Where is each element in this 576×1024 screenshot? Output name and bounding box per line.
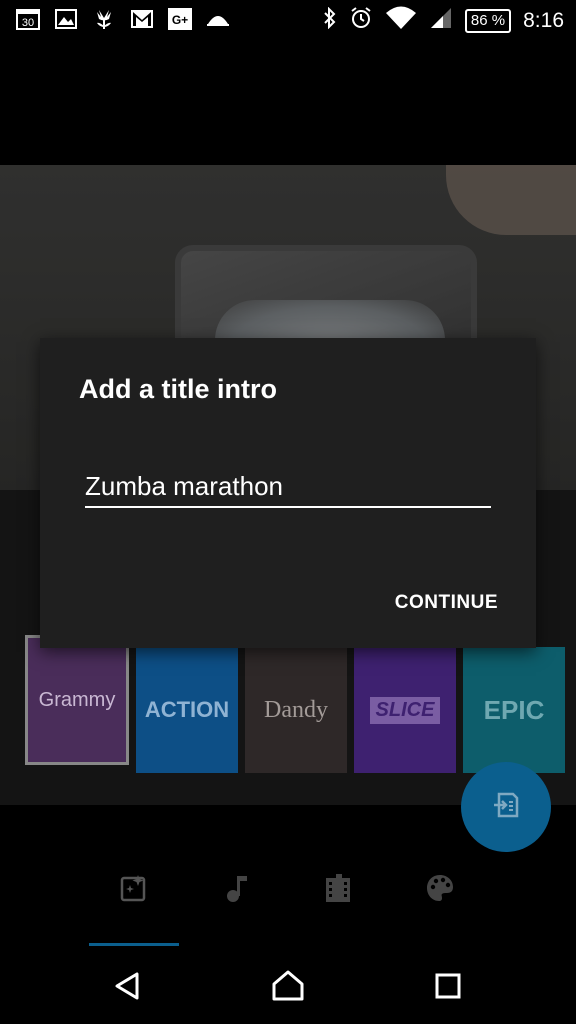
home-button[interactable]: [266, 968, 310, 1008]
back-button[interactable]: [106, 968, 150, 1008]
tulip-icon: [92, 8, 116, 30]
active-tab-indicator: [89, 943, 179, 946]
wifi-icon: [385, 6, 417, 35]
system-nav-bar: [0, 950, 576, 1024]
status-bar: 30 G+ 86 % 8:16: [0, 0, 576, 40]
alarm-icon: [349, 6, 373, 35]
signal-icon: [429, 6, 453, 35]
theme-label: ACTION: [144, 697, 230, 722]
theme-dandy[interactable]: Dandy: [245, 647, 347, 773]
tab-music[interactable]: [206, 860, 266, 920]
export-button[interactable]: [461, 762, 551, 852]
google-plus-label: G+: [172, 13, 188, 27]
dome-icon: [206, 8, 230, 30]
title-input[interactable]: [85, 466, 491, 508]
theme-epic[interactable]: EPIC: [463, 647, 565, 773]
dialog-title: Add a title intro: [79, 374, 277, 404]
photo-icon: [54, 8, 78, 30]
theme-strip: Grammy ACTION Dandy SLICE EPIC: [25, 635, 565, 775]
title-intro-dialog: Add a title intro CONTINUE: [40, 338, 536, 648]
calendar-icon: 30: [16, 8, 40, 30]
theme-label: Dandy: [264, 696, 328, 723]
back-icon: [113, 971, 143, 1006]
clock: 8:16: [523, 8, 564, 32]
tab-title[interactable]: [104, 860, 164, 920]
battery-indicator: 86 %: [464, 8, 512, 33]
recents-icon: [434, 972, 462, 1005]
bottom-nav: [0, 845, 576, 946]
theme-label: EPIC: [483, 694, 545, 725]
google-plus-icon: G+: [168, 8, 192, 30]
title-sparkle-icon: [119, 873, 149, 908]
calendar-day: 30: [22, 17, 34, 29]
bluetooth-icon: [323, 6, 337, 34]
theme-label: Grammy: [38, 688, 116, 711]
film-icon: [322, 872, 354, 909]
continue-button[interactable]: CONTINUE: [395, 592, 498, 614]
theme-grammy[interactable]: Grammy: [25, 635, 129, 765]
music-note-icon: [223, 873, 249, 908]
tab-clips[interactable]: [308, 860, 368, 920]
tab-style[interactable]: [410, 860, 470, 920]
recents-button[interactable]: [426, 968, 470, 1008]
gmail-icon: [130, 8, 154, 30]
theme-label: SLICE: [369, 696, 441, 724]
palette-icon: [425, 873, 455, 908]
home-icon: [271, 970, 305, 1007]
theme-action[interactable]: ACTION: [136, 647, 238, 773]
export-icon: [491, 790, 521, 825]
theme-slice[interactable]: SLICE: [354, 647, 456, 773]
